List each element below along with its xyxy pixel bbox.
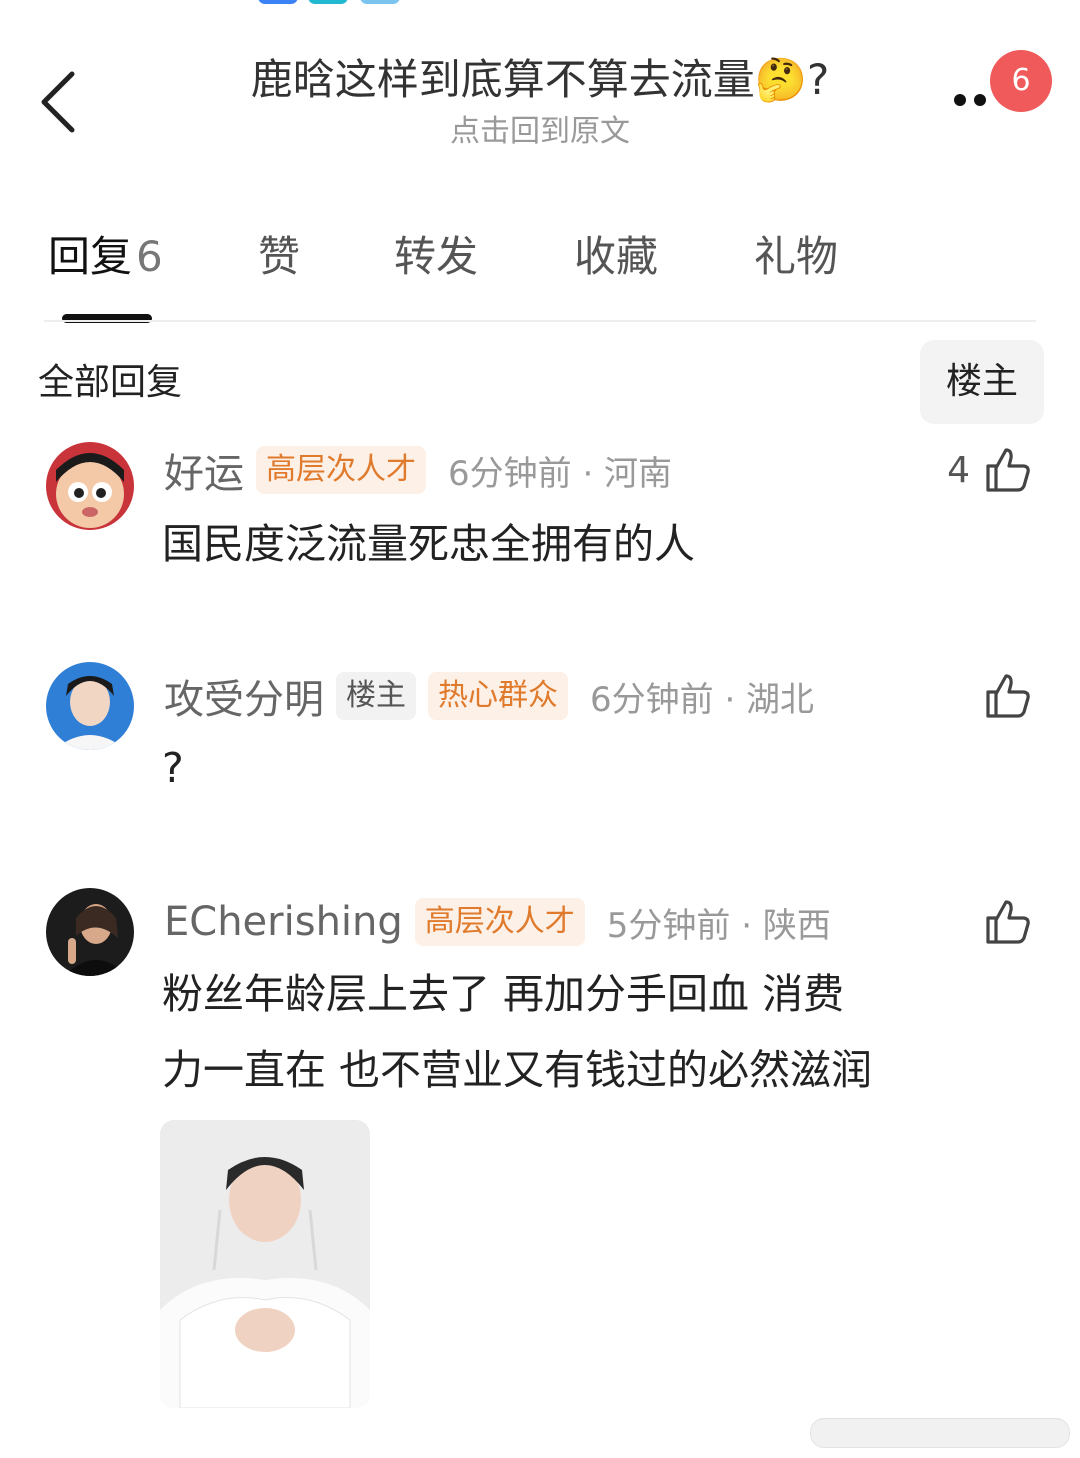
comment-text: ? <box>162 744 184 792</box>
tab-gifts[interactable]: 礼物 <box>754 222 838 292</box>
like-button[interactable]: 4 <box>947 440 1032 500</box>
avatar[interactable] <box>46 442 134 530</box>
more-dots-icon <box>974 94 986 106</box>
chevron-left-icon <box>41 71 75 133</box>
username[interactable]: 攻受分明 <box>164 667 324 725</box>
timestamp-location: 6分钟前 · 湖北 <box>590 679 815 720</box>
like-button[interactable] <box>970 666 1032 726</box>
divider <box>44 320 1036 322</box>
comment-text-line: 粉丝年龄层上去了 再加分手回血 消费 <box>162 970 845 1018</box>
scroll-indicator <box>810 1418 1070 1448</box>
tab-favorites[interactable]: 收藏 <box>574 222 658 292</box>
more-dots-icon <box>954 94 966 106</box>
back-button[interactable] <box>28 60 98 140</box>
user-tag: 热心群众 <box>428 672 568 720</box>
thumbs-up-icon <box>986 448 1030 492</box>
portrait-avatar-image <box>46 662 134 750</box>
thumbs-up-icon <box>986 900 1030 944</box>
portrait-avatar-image <box>46 888 134 976</box>
comment-meta: ECherishing 高层次人才 5分钟前 · 陕西 <box>164 892 831 952</box>
comment-image[interactable] <box>160 1120 370 1408</box>
user-tag: 高层次人才 <box>256 446 426 494</box>
photo-image <box>160 1120 370 1408</box>
top-navigation-bar: 鹿晗这样到底算不算去流量🤔? 点击回到原文 6 <box>0 0 1080 180</box>
username[interactable]: 好运 <box>164 441 244 499</box>
user-tag: 高层次人才 <box>414 898 585 946</box>
back-to-original-link[interactable]: 点击回到原文 <box>340 112 740 152</box>
username[interactable]: ECherishing <box>164 899 403 945</box>
like-button[interactable] <box>970 892 1032 952</box>
comment-text: 国民度泛流量死忠全拥有的人 <box>162 520 695 568</box>
thumbs-up-icon <box>986 674 1030 718</box>
comment-text-line: 力一直在 也不营业又有钱过的必然滋润 <box>162 1046 873 1094</box>
cartoon-avatar-image <box>46 442 134 530</box>
tab-likes[interactable]: 赞 <box>258 222 300 292</box>
notification-badge[interactable]: 6 <box>990 50 1052 112</box>
timestamp-location: 5分钟前 · 陕西 <box>606 905 831 946</box>
like-count: 4 <box>947 449 970 491</box>
tab-bar: 回复6 赞 转发 收藏 礼物 <box>0 222 1080 323</box>
tab-label: 回复 <box>48 232 133 281</box>
op-tag: 楼主 <box>336 672 416 720</box>
comment-meta: 好运 高层次人才 6分钟前 · 河南 <box>164 440 672 500</box>
avatar[interactable] <box>46 888 134 976</box>
tab-replies[interactable]: 回复6 <box>48 222 163 292</box>
tab-reposts[interactable]: 转发 <box>394 222 478 292</box>
page-title: 鹿晗这样到底算不算去流量🤔? <box>250 55 830 104</box>
tab-count: 6 <box>136 232 163 281</box>
all-replies-heading: 全部回复 <box>38 362 183 403</box>
comment-meta: 攻受分明 楼主 热心群众 6分钟前 · 湖北 <box>164 666 814 726</box>
timestamp-location: 6分钟前 · 河南 <box>448 453 673 494</box>
op-filter-button[interactable]: 楼主 <box>920 340 1044 424</box>
avatar[interactable] <box>46 662 134 750</box>
